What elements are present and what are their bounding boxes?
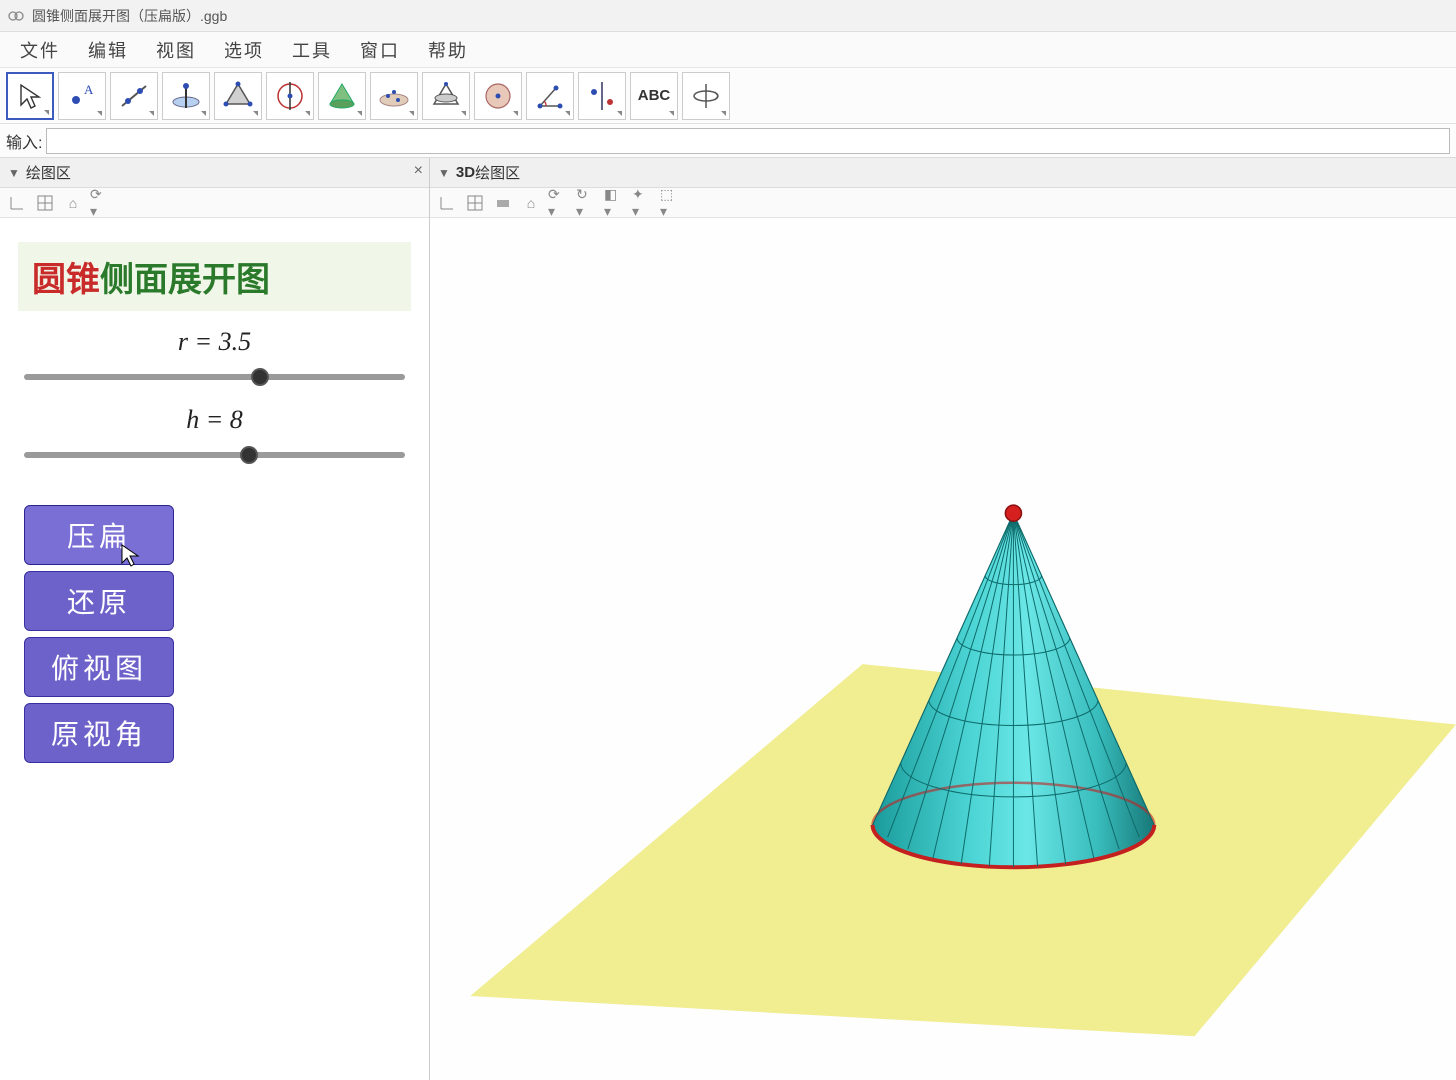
axes-toggle-icon[interactable] (6, 192, 28, 214)
tool-bar: A (0, 68, 1456, 124)
tool-angle[interactable] (526, 72, 574, 120)
slider-r-label: r = 3.5 (0, 327, 429, 357)
title-bar: 圆锥侧面展开图（压扁版）.ggb (0, 0, 1456, 32)
menu-help[interactable]: 帮助 (414, 33, 482, 67)
collapse-icon: ▼ (8, 166, 20, 180)
tool-sphere[interactable] (370, 72, 418, 120)
chevron-down-icon (409, 111, 414, 116)
menu-window[interactable]: 窗口 (346, 33, 414, 67)
tool-intersect[interactable] (422, 72, 470, 120)
chevron-down-icon (669, 111, 674, 116)
3d-graphics-panel-title: 绘图区 (475, 162, 520, 183)
plane-toggle-icon[interactable] (492, 192, 514, 214)
flatten-button[interactable]: 压扁 (24, 505, 174, 565)
menu-view[interactable]: 视图 (142, 33, 210, 67)
applet-title-part2: 侧面展开图 (100, 262, 270, 299)
window-title: 圆锥侧面展开图（压扁版）.ggb (32, 6, 227, 26)
chevron-down-icon (617, 111, 622, 116)
tool-transform[interactable] (578, 72, 626, 120)
top-view-button[interactable]: 俯视图 (24, 637, 174, 697)
menu-tools[interactable]: 工具 (278, 33, 346, 67)
command-input[interactable] (46, 128, 1450, 154)
menu-file[interactable]: 文件 (6, 33, 74, 67)
applet-title-part1: 圆锥 (32, 262, 100, 299)
menu-edit[interactable]: 编辑 (74, 33, 142, 67)
chevron-down-icon (305, 111, 310, 116)
chevron-down-icon (201, 111, 206, 116)
3d-panel-toolbar: ⌂ ⟳ ▾ ↻ ▾ ◧ ▾ ✦ ▾ ⬚ ▾ (430, 188, 1456, 218)
clipping-icon[interactable]: ✦ ▾ (632, 192, 654, 214)
text-icon: ABC (638, 87, 671, 104)
cone-scene-icon (430, 218, 1456, 1080)
tool-solid[interactable] (318, 72, 366, 120)
tool-line[interactable] (110, 72, 158, 120)
point-capture-icon[interactable]: ⟳ ▾ (90, 192, 112, 214)
slider-h-label: h = 8 (0, 405, 429, 435)
home3d-icon[interactable]: ⌂ (520, 192, 542, 214)
tool-move[interactable] (6, 72, 54, 120)
chevron-down-icon (565, 111, 570, 116)
action-buttons: 压扁 还原 俯视图 原视角 (24, 505, 174, 763)
collapse-icon: ▼ (438, 166, 450, 180)
point-capture3d-icon[interactable]: ⟳ ▾ (548, 192, 570, 214)
orig-view-button[interactable]: 原视角 (24, 703, 174, 763)
slider-h-thumb[interactable] (240, 446, 258, 464)
chevron-down-icon (253, 111, 258, 116)
graphics-canvas[interactable]: 圆锥侧面展开图 r = 3.5 h = 8 压扁 还原 俯视图 原视角 (0, 218, 429, 1080)
graphics-panel-header[interactable]: ▼ 绘图区 × (0, 158, 429, 188)
rotate-anim-icon[interactable]: ↻ ▾ (576, 192, 598, 214)
projection-icon[interactable]: ◧ ▾ (604, 192, 626, 214)
input-bar: 输入: (0, 124, 1456, 158)
input-label: 输入: (6, 129, 42, 153)
chevron-down-icon (44, 110, 49, 115)
slider-h[interactable] (24, 441, 405, 469)
grid3d-toggle-icon[interactable] (464, 192, 486, 214)
graphics-panel-title: 绘图区 (26, 162, 71, 183)
restore-button[interactable]: 还原 (24, 571, 174, 631)
3d-canvas[interactable] (430, 218, 1456, 1080)
tool-perpendicular[interactable] (162, 72, 210, 120)
view-direction-icon[interactable]: ⬚ ▾ (660, 192, 682, 214)
3d-prefix: 3D (456, 164, 475, 181)
app-icon (8, 8, 24, 24)
graphics-panel: ▼ 绘图区 × ⌂ ⟳ ▾ 圆锥侧面展开图 r = 3.5 h = 8 (0, 158, 430, 1080)
applet-title: 圆锥侧面展开图 (18, 242, 411, 311)
chevron-down-icon (513, 111, 518, 116)
3d-graphics-panel-header[interactable]: ▼ 3D 绘图区 (430, 158, 1456, 188)
3d-graphics-panel: ▼ 3D 绘图区 ⌂ ⟳ ▾ ↻ ▾ ◧ ▾ ✦ ▾ ⬚ ▾ (430, 158, 1456, 1080)
chevron-down-icon (461, 111, 466, 116)
slider-r-thumb[interactable] (251, 368, 269, 386)
close-icon[interactable]: × (414, 162, 423, 180)
tool-rotate-view[interactable] (682, 72, 730, 120)
tool-point[interactable]: A (58, 72, 106, 120)
tool-circle[interactable] (266, 72, 314, 120)
menu-options[interactable]: 选项 (210, 33, 278, 67)
chevron-down-icon (357, 111, 362, 116)
graphics-panel-toolbar: ⌂ ⟳ ▾ (0, 188, 429, 218)
menu-bar: 文件 编辑 视图 选项 工具 窗口 帮助 (0, 32, 1456, 68)
svg-text:A: A (84, 82, 94, 97)
axes3d-toggle-icon[interactable] (436, 192, 458, 214)
tool-net[interactable] (474, 72, 522, 120)
chevron-down-icon (149, 111, 154, 116)
chevron-down-icon (97, 111, 102, 116)
slider-r[interactable] (24, 363, 405, 391)
tool-text[interactable]: ABC (630, 72, 678, 120)
home-icon[interactable]: ⌂ (62, 192, 84, 214)
chevron-down-icon (721, 111, 726, 116)
grid-toggle-icon[interactable] (34, 192, 56, 214)
tool-polygon[interactable] (214, 72, 262, 120)
